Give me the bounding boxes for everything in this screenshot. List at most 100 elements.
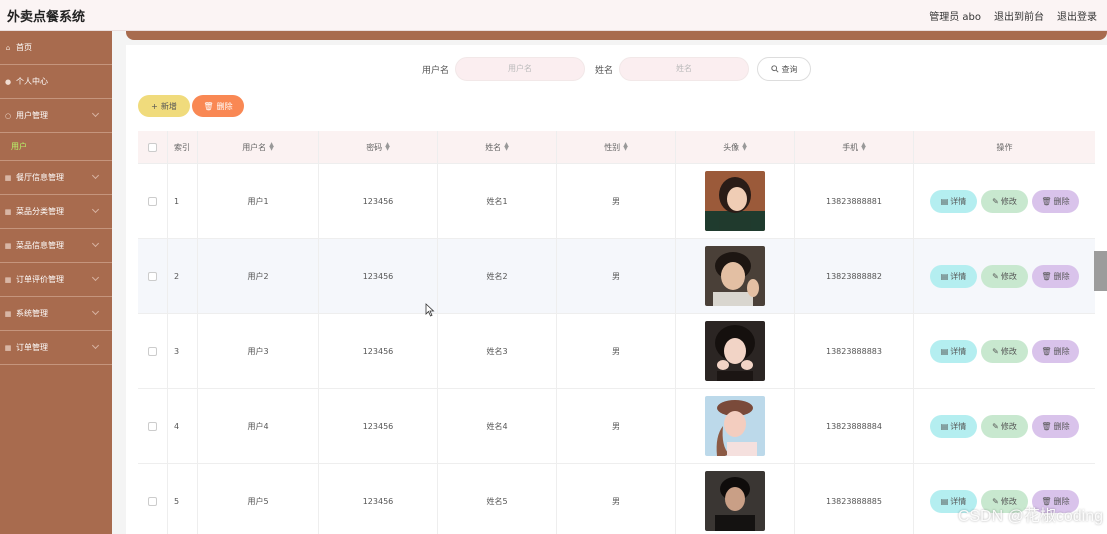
username-search-input[interactable]: 用户名 [455, 57, 585, 81]
sidebar-item-profile[interactable]: ● 个人中心 [0, 65, 112, 99]
cell-phone: 13823888885 [795, 464, 914, 534]
cell-gender: 男 [557, 389, 676, 463]
edit-button[interactable]: ✎ 修改 [981, 339, 1028, 363]
sidebar-item-home[interactable]: ⌂ 首页 [0, 31, 112, 65]
cell-username: 用户5 [198, 464, 319, 534]
sidebar-item-order-review[interactable]: ▦ 订单评价管理 [0, 263, 112, 297]
home-icon: ⌂ [5, 43, 11, 52]
sidebar-item-label: 订单管理 [16, 343, 48, 352]
header-label: 性别 [604, 142, 621, 152]
header-actions: 操作 [996, 142, 1013, 152]
add-label: 新增 [160, 101, 177, 111]
header-label: 密码 [366, 142, 383, 152]
chevron-down-icon [91, 239, 100, 248]
row-checkbox[interactable] [148, 496, 157, 506]
top-bar: 外卖点餐系统 管理员 abo 退出到前台 退出登录 [0, 0, 1107, 31]
select-all-checkbox[interactable] [148, 142, 157, 152]
edit-label: 修改 [1000, 196, 1017, 206]
detail-button[interactable]: ▤ 详情 [930, 189, 977, 213]
sidebar-item-system[interactable]: ▦ 系统管理 [0, 297, 112, 331]
header-username[interactable]: 用户名 ▲ ▼ [198, 131, 319, 163]
detail-button[interactable]: ▤ 详情 [930, 339, 977, 363]
cell-gender: 男 [557, 464, 676, 534]
avatar [705, 171, 765, 231]
detail-button[interactable]: ▤ 详情 [930, 414, 977, 438]
header-index: 索引 [168, 131, 198, 163]
table-row: 1 用户1 123456 姓名1 男 13823888881 ▤ 详情 ✎ 修改 🗑… [138, 164, 1095, 239]
grid-icon: ▦ [4, 275, 12, 284]
edit-button[interactable]: ✎ 修改 [981, 189, 1028, 213]
trash-icon: 🗑 [203, 101, 214, 111]
pencil-icon: ✎ [992, 346, 999, 356]
header-name[interactable]: 姓名 ▲ ▼ [438, 131, 557, 163]
batch-delete-button[interactable]: 🗑 删除 [192, 95, 244, 117]
cell-index: 3 [168, 314, 198, 388]
add-button[interactable]: + 新增 [138, 95, 190, 117]
sort-icon[interactable]: ▲ ▼ [385, 142, 390, 152]
detail-label: 详情 [950, 271, 967, 281]
row-checkbox[interactable] [148, 196, 157, 206]
main-area: 用户名 用户名 姓名 姓名 查询 + 新增 🗑 删除 索引 用户名 ▲ ▼ 密码… [112, 31, 1107, 534]
cell-username: 用户2 [198, 239, 319, 313]
delete-button[interactable]: 🗑 删除 [1032, 414, 1079, 438]
document-icon: ▤ [940, 346, 949, 356]
delete-button[interactable]: 🗑 删除 [1032, 339, 1079, 363]
delete-button[interactable]: 🗑 删除 [1032, 189, 1079, 213]
sort-icon[interactable]: ▲ ▼ [269, 142, 274, 152]
trash-icon: 🗑 [1041, 346, 1052, 356]
delete-label: 删除 [1053, 271, 1070, 281]
cell-index: 1 [168, 164, 198, 238]
row-checkbox[interactable] [148, 271, 157, 281]
sort-icon[interactable]: ▲ ▼ [742, 142, 747, 152]
name-search-input[interactable]: 姓名 [619, 57, 750, 81]
table-row: 4 用户4 123456 姓名4 男 13823888884 ▤ 详情 ✎ 修改 🗑… [138, 389, 1095, 464]
cell-password: 123456 [319, 239, 438, 313]
pencil-icon: ✎ [992, 196, 999, 206]
cell-username: 用户4 [198, 389, 319, 463]
sidebar-item-dish-info[interactable]: ▦ 菜品信息管理 [0, 229, 112, 263]
sort-icon[interactable]: ▲ ▼ [623, 142, 628, 152]
sidebar-item-restaurant[interactable]: ▦ 餐厅信息管理 [0, 161, 112, 195]
sidebar-item-orders[interactable]: ▦ 订单管理 [0, 331, 112, 365]
sidebar-subitem-user[interactable]: 用户 [0, 133, 112, 161]
sort-icon[interactable]: ▲ ▼ [861, 142, 866, 152]
grid-icon: ▦ [4, 173, 12, 182]
pencil-icon: ✎ [992, 421, 999, 431]
action-bar: + 新增 🗑 删除 [138, 95, 244, 117]
query-button[interactable]: 查询 [757, 57, 812, 81]
document-icon: ▤ [940, 421, 949, 431]
header-strip [126, 31, 1107, 40]
table-row: 5 用户5 123456 姓名5 男 13823888885 ▤ 详情 ✎ 修改 🗑… [138, 464, 1095, 534]
header-gender[interactable]: 性别 ▲ ▼ [557, 131, 676, 163]
logout-link[interactable]: 退出登录 [1057, 8, 1097, 23]
row-checkbox[interactable] [148, 421, 157, 431]
sort-icon[interactable]: ▲ ▼ [504, 142, 509, 152]
user-table: 索引 用户名 ▲ ▼ 密码 ▲ ▼ 姓名 ▲ ▼ 性别 ▲ ▼ 头像 ▲ ▼ 手机 ▲ ▼ 操作 1 用… [138, 131, 1095, 534]
cell-password: 123456 [319, 164, 438, 238]
header-label: 手机 [842, 142, 859, 152]
cell-phone: 13823888882 [795, 239, 914, 313]
row-checkbox[interactable] [148, 346, 157, 356]
delete-button[interactable]: 🗑 删除 [1032, 264, 1079, 288]
header-password[interactable]: 密码 ▲ ▼ [319, 131, 438, 163]
chevron-down-icon [91, 171, 100, 180]
grid-icon: ▦ [4, 241, 12, 250]
username-label: 用户名 [421, 65, 449, 76]
watermark: CSDN @花椒coding [957, 508, 1103, 525]
detail-button[interactable]: ▤ 详情 [930, 264, 977, 288]
edit-button[interactable]: ✎ 修改 [981, 414, 1028, 438]
avatar [705, 396, 765, 456]
cell-gender: 男 [557, 314, 676, 388]
header-phone[interactable]: 手机 ▲ ▼ [795, 131, 914, 163]
sidebar-item-label: 菜品分类管理 [16, 207, 64, 216]
pencil-icon: ✎ [992, 271, 999, 281]
back-to-front-link[interactable]: 退出到前台 [994, 8, 1044, 23]
sidebar-item-dish-category[interactable]: ▦ 菜品分类管理 [0, 195, 112, 229]
cell-phone: 13823888881 [795, 164, 914, 238]
sidebar-subitem-label: 用户 [11, 142, 27, 151]
cell-index: 2 [168, 239, 198, 313]
sidebar-item-user-mgmt[interactable]: ○ 用户管理 [0, 99, 112, 133]
scrollbar-thumb[interactable] [1094, 251, 1107, 291]
header-avatar[interactable]: 头像 ▲ ▼ [676, 131, 795, 163]
edit-button[interactable]: ✎ 修改 [981, 264, 1028, 288]
